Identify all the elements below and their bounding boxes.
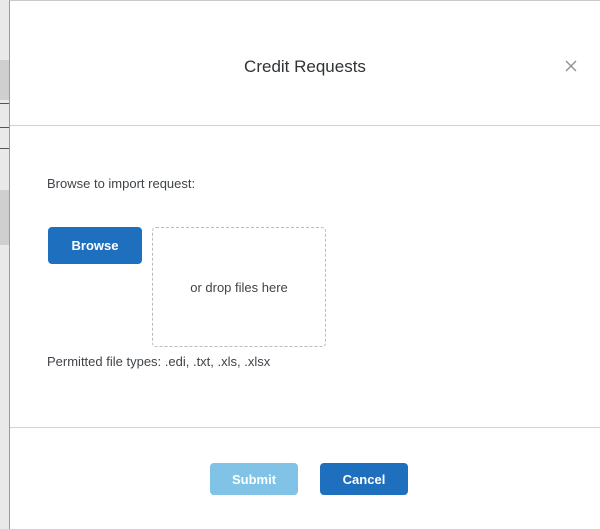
background-page xyxy=(0,0,9,529)
background-divider xyxy=(0,127,9,128)
close-icon[interactable] xyxy=(564,59,578,73)
background-block xyxy=(0,60,9,100)
permitted-file-types: Permitted file types: .edi, .txt, .xls, … xyxy=(47,354,271,369)
dropzone-text: or drop files here xyxy=(190,279,288,295)
dialog-header: Credit Requests xyxy=(10,1,600,126)
submit-button[interactable]: Submit xyxy=(210,463,298,495)
cancel-button[interactable]: Cancel xyxy=(320,463,408,495)
app-frame: Credit Requests Browse to import request… xyxy=(0,0,600,529)
credit-requests-dialog: Credit Requests Browse to import request… xyxy=(9,0,600,529)
footer-divider xyxy=(10,427,600,428)
dialog-title: Credit Requests xyxy=(244,57,366,76)
background-divider xyxy=(0,103,9,104)
background-divider xyxy=(0,148,9,149)
background-block xyxy=(0,190,9,245)
file-dropzone[interactable]: or drop files here xyxy=(152,227,326,347)
browse-button[interactable]: Browse xyxy=(48,227,142,264)
browse-label: Browse to import request: xyxy=(47,176,196,191)
